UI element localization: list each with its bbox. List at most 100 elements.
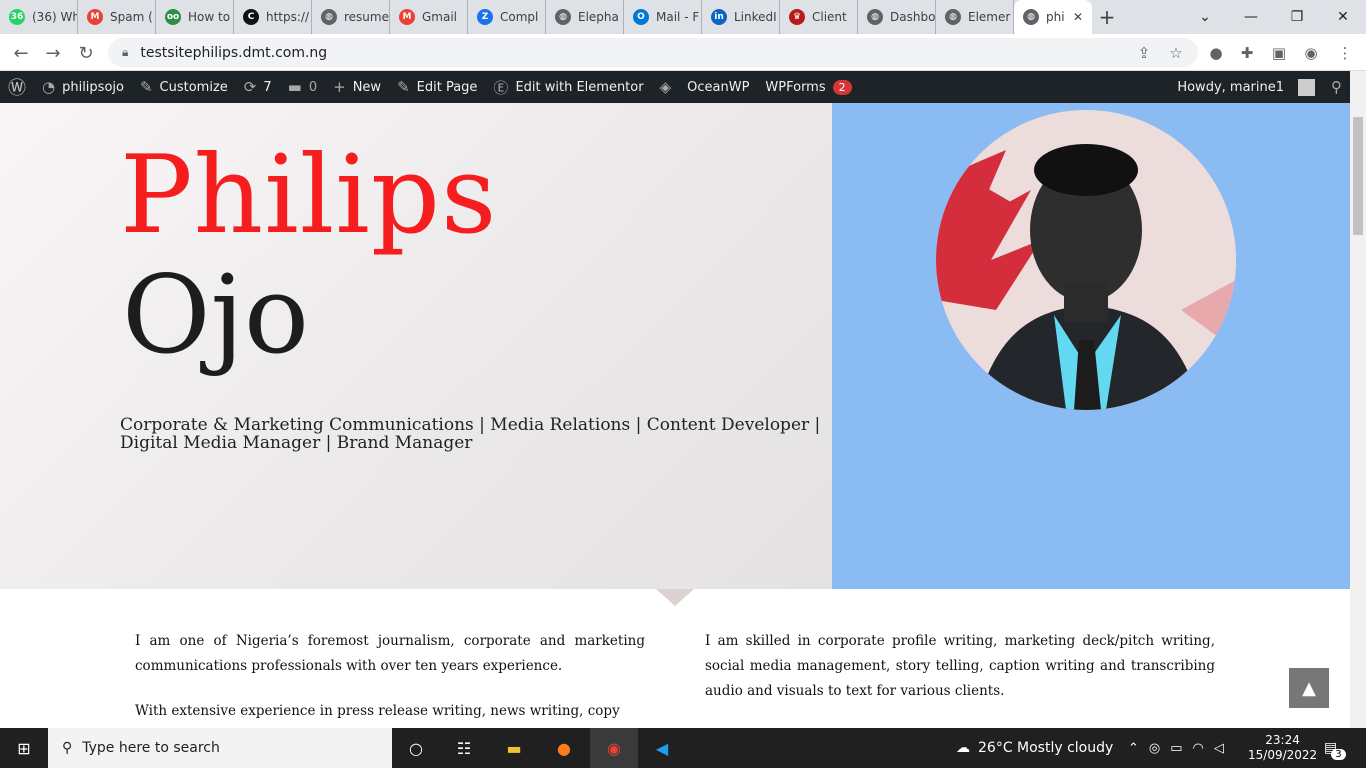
menu-kebab-icon[interactable]: ⋮ [1334, 42, 1356, 64]
back-arrow-icon[interactable]: ← [8, 40, 34, 66]
profile-avatar-icon[interactable]: ◉ [1300, 42, 1322, 64]
browser-tab[interactable]: in LinkedI [702, 0, 780, 34]
vscode-icon[interactable]: ◀ [638, 728, 686, 768]
plus-icon: + [333, 78, 346, 96]
geeksforgeeks-icon: oo [165, 9, 181, 25]
tab-search-chevron-icon[interactable]: ⌄ [1182, 0, 1228, 34]
wpforms-count-badge: 2 [832, 79, 852, 95]
side-panel-icon[interactable]: ▣ [1268, 42, 1290, 64]
about-right-column: I am skilled in corporate profile writin… [705, 629, 1215, 724]
tab-title: resume [344, 10, 389, 24]
pencil-icon: ✎ [397, 78, 410, 96]
globe-icon: ◍ [555, 9, 571, 25]
restore-button[interactable]: ❐ [1274, 0, 1320, 34]
first-name-heading: Philips [120, 133, 498, 258]
my-account-link[interactable]: Howdy, marine1 [1169, 71, 1323, 103]
battery-icon[interactable]: ▭ [1170, 741, 1182, 756]
browser-tab-strip: 36 (36) Wh M Spam (oo How to Chttps://◍ resume… [0, 0, 1366, 34]
globe-icon: ◍ [321, 9, 337, 25]
browser-tab[interactable]: ◍ phi ✕ [1014, 0, 1092, 34]
tab-title: https:// [266, 10, 310, 24]
browser-tab[interactable]: ◍ Elemer [936, 0, 1014, 34]
close-window-button[interactable]: ✕ [1320, 0, 1366, 34]
browser-tab[interactable]: M Spam ( [78, 0, 156, 34]
clock[interactable]: 23:24 15/09/2022 [1248, 728, 1317, 768]
browser-tab[interactable]: Z Compl [468, 0, 546, 34]
linkedin-icon: in [711, 9, 727, 25]
globe-icon: ◍ [945, 9, 961, 25]
share-icon[interactable]: ⇪ [1133, 42, 1155, 64]
bookmark-star-icon[interactable]: ☆ [1165, 42, 1187, 64]
task-view-icon[interactable]: ○ [392, 728, 440, 768]
browser-tab[interactable]: ◍ resume [312, 0, 390, 34]
browser-tab[interactable]: M Gmail [390, 0, 468, 34]
speaker-mute-icon[interactable]: ◁ [1214, 741, 1224, 756]
scrollbar-thumb[interactable] [1353, 117, 1363, 235]
tab-title: Client [812, 10, 847, 24]
meet-icon[interactable]: ◎ [1149, 741, 1160, 756]
tagline: Corporate & Marketing Communications | M… [120, 415, 821, 453]
extensions-puzzle-icon[interactable]: ✚ [1236, 42, 1258, 64]
weather-widget[interactable]: ☁ 26°C Mostly cloudy [956, 728, 1113, 768]
page-scrollbar[interactable] [1350, 71, 1366, 728]
tab-title: Dashbo [890, 10, 936, 24]
chevron-up-icon[interactable]: ⌃ [1128, 741, 1139, 756]
globe-icon: ◍ [1023, 9, 1039, 25]
new-content-link[interactable]: + New [325, 71, 389, 103]
wp-logo-icon[interactable]: Ⓦ [0, 71, 34, 103]
tab-title: (36) Wh [32, 10, 78, 24]
globe-icon: ◍ [867, 9, 883, 25]
search-icon: ⚲ [62, 740, 73, 756]
chatgpt-icon: C [243, 9, 259, 25]
oceanwp-diamond-icon[interactable]: ◈ [652, 71, 680, 103]
about-left-column: I am one of Nigeria’s foremost journalis… [135, 629, 645, 744]
widgets-icon[interactable]: ☷ [440, 728, 488, 768]
forward-arrow-icon[interactable]: → [40, 40, 66, 66]
updates-link[interactable]: ⟳ 7 [236, 71, 280, 103]
cloud-icon: ☁ [956, 740, 970, 756]
browser-tab[interactable]: Chttps:// [234, 0, 312, 34]
dashboard-icon: ◔ [42, 78, 56, 96]
scroll-to-top-button[interactable]: ▲ [1289, 668, 1329, 708]
taskbar-search-box[interactable]: ⚲ Type here to search [48, 728, 392, 768]
tab-title: Compl [500, 10, 539, 24]
windows-taskbar: ⊞ ⚲ Type here to search ○ ☷ ▬ ● ◉ ◀ ☁ 26°C… [0, 728, 1366, 768]
wp-admin-bar: Ⓦ ◔ philipsojo ✎ Customize ⟳ 7 ▬ 0 + New ✎ Edi… [0, 71, 1350, 103]
url-bar[interactable]: 🔒︎ testsitephilips.dmt.com.ng [108, 38, 1198, 67]
crown-icon: ♛ [789, 9, 805, 25]
reload-icon[interactable]: ↻ [73, 40, 99, 66]
lock-icon[interactable]: 🔒︎ [122, 45, 128, 60]
edit-page-link[interactable]: ✎ Edit Page [389, 71, 485, 103]
firefox-icon[interactable]: ● [540, 728, 588, 768]
comments-link[interactable]: ▬ 0 [280, 71, 325, 103]
browser-tab[interactable]: O Mail - F [624, 0, 702, 34]
chrome-icon[interactable]: ◉ [590, 728, 638, 768]
chevron-up-icon: ▲ [1302, 677, 1316, 699]
browser-tab[interactable]: 36 (36) Wh [0, 0, 78, 34]
cookie-extension-icon[interactable]: ● [1205, 42, 1227, 64]
elementor-icon: Ⓔ [493, 78, 509, 97]
wifi-icon[interactable]: ◠ [1193, 741, 1204, 756]
file-explorer-icon[interactable]: ▬ [490, 728, 538, 768]
tab-title: Elemer [968, 10, 1011, 24]
edit-with-elementor-link[interactable]: Ⓔ Edit with Elementor [485, 71, 651, 103]
last-name-heading: Ojo [122, 253, 310, 378]
notification-icon[interactable]: ▤ 3 [1324, 728, 1346, 768]
search-icon[interactable]: ⚲ [1323, 71, 1350, 103]
browser-tab[interactable]: ◍ Dashbo [858, 0, 936, 34]
about-paragraph: I am skilled in corporate profile writin… [705, 633, 1215, 699]
comment-bubble-icon: ▬ [287, 78, 302, 96]
minimize-button[interactable]: — [1228, 0, 1274, 34]
close-tab-icon[interactable]: ✕ [1073, 10, 1083, 24]
browser-tab[interactable]: oo How to [156, 0, 234, 34]
new-tab-button[interactable]: + [1092, 0, 1122, 34]
browser-tab[interactable]: ◍ Elepha [546, 0, 624, 34]
url-text[interactable]: testsitephilips.dmt.com.ng [140, 45, 327, 61]
oceanwp-link[interactable]: OceanWP [679, 71, 757, 103]
wpforms-link[interactable]: WPForms 2 [757, 71, 859, 103]
customize-link[interactable]: ✎ Customize [132, 71, 236, 103]
browser-tab[interactable]: ♛ Client [780, 0, 858, 34]
windows-start-icon[interactable]: ⊞ [0, 728, 48, 768]
site-name-link[interactable]: ◔ philipsojo [34, 71, 132, 103]
outlook-icon: O [633, 9, 649, 25]
